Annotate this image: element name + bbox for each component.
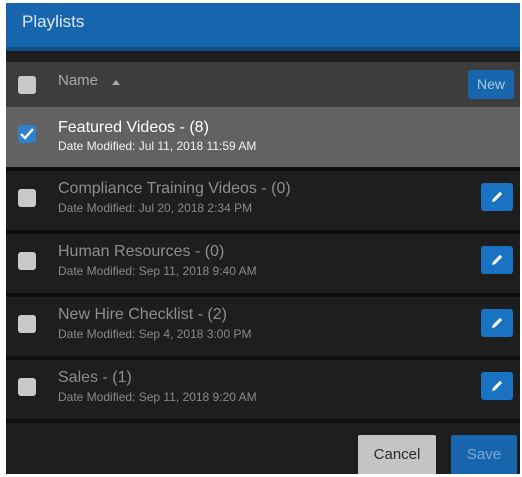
row-checkbox[interactable]	[18, 252, 36, 270]
playlist-title: New Hire Checklist - (2)	[58, 306, 227, 323]
pencil-icon	[492, 317, 503, 328]
edit-playlist-button[interactable]	[481, 246, 513, 274]
playlist-date: Date Modified: Sep 11, 2018 9:40 AM	[58, 264, 257, 278]
playlist-row[interactable]: Human Resources - (0) Date Modified: Sep…	[6, 230, 520, 293]
dialog-footer: Cancel Save	[6, 419, 520, 474]
playlist-date: Date Modified: Sep 11, 2018 9:20 AM	[58, 390, 257, 404]
sort-ascending-icon[interactable]	[112, 80, 120, 85]
pencil-icon	[492, 191, 503, 202]
playlist-row[interactable]: Sales - (1) Date Modified: Sep 11, 2018 …	[6, 356, 520, 419]
playlist-date: Date Modified: Jul 20, 2018 2:34 PM	[58, 201, 253, 215]
edit-playlist-button[interactable]	[481, 309, 513, 337]
cancel-button[interactable]: Cancel	[358, 435, 436, 474]
title-bar: Playlists	[6, 3, 520, 51]
playlist-list: Featured Videos - (8) Date Modified: Jul…	[6, 107, 520, 419]
row-checkbox[interactable]	[18, 189, 36, 207]
playlist-title: Human Resources - (0)	[58, 243, 225, 260]
playlists-dialog: Playlists Name New Featured Videos - (8)…	[6, 3, 520, 474]
pencil-icon	[492, 380, 503, 391]
playlist-row[interactable]: Compliance Training Videos - (0) Date Mo…	[6, 167, 520, 230]
playlist-title: Sales - (1)	[58, 369, 132, 386]
playlist-title: Featured Videos - (8)	[58, 119, 209, 136]
column-header-name[interactable]: Name	[58, 72, 98, 89]
select-all-checkbox[interactable]	[18, 76, 36, 94]
new-playlist-button[interactable]: New	[468, 70, 514, 99]
playlist-date: Date Modified: Sep 4, 2018 3:00 PM	[58, 327, 252, 341]
playlist-title: Compliance Training Videos - (0)	[58, 180, 291, 197]
playlist-date: Date Modified: Jul 11, 2018 11:59 AM	[58, 139, 257, 153]
row-checkbox[interactable]	[18, 315, 36, 333]
list-header: Name New	[6, 62, 520, 107]
playlist-row[interactable]: Featured Videos - (8) Date Modified: Jul…	[6, 107, 520, 167]
pencil-icon	[492, 254, 503, 265]
save-button[interactable]: Save	[451, 435, 517, 474]
checkmark-icon	[20, 128, 34, 140]
edit-playlist-button[interactable]	[481, 372, 513, 400]
row-checkbox[interactable]	[18, 125, 36, 143]
edit-playlist-button[interactable]	[481, 183, 513, 211]
playlist-row[interactable]: New Hire Checklist - (2) Date Modified: …	[6, 293, 520, 356]
dialog-title: Playlists	[22, 12, 85, 31]
row-checkbox[interactable]	[18, 378, 36, 396]
